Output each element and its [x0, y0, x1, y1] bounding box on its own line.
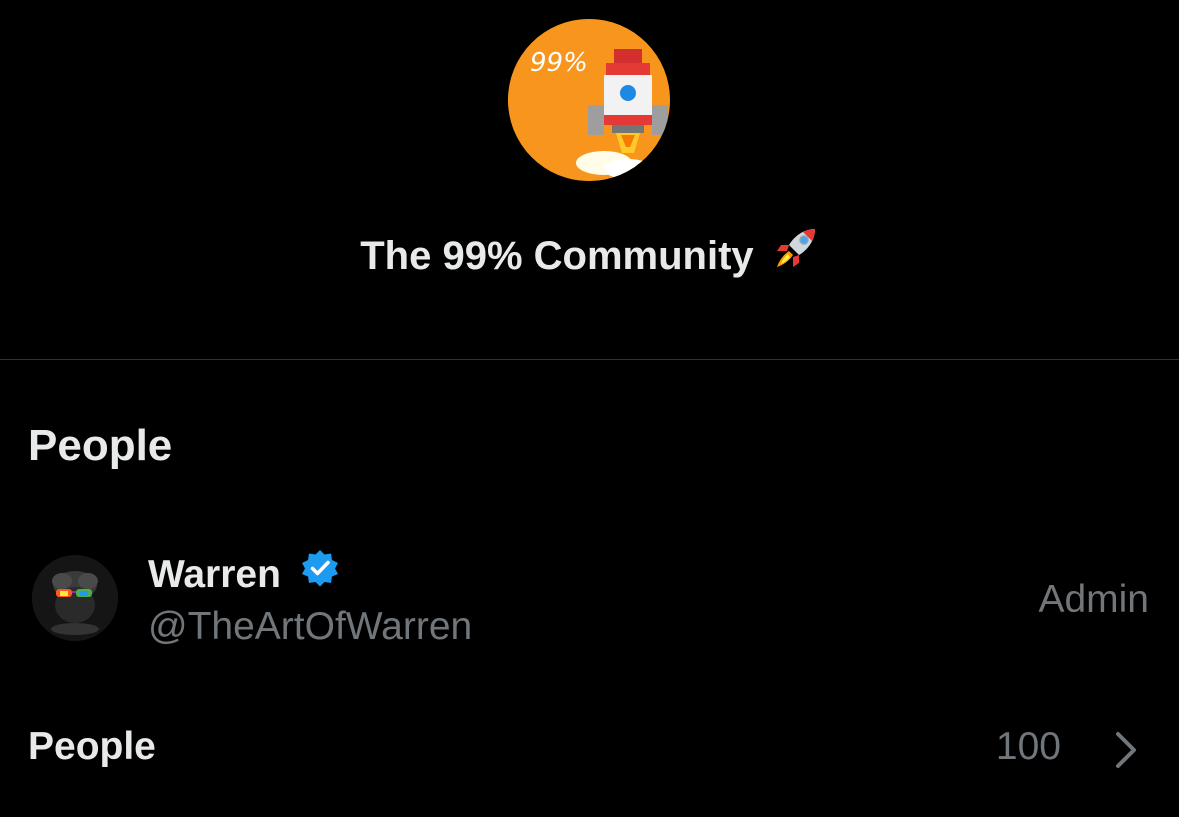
member-handle: @TheArtOfWarren [148, 605, 473, 648]
people-link-label: People [28, 725, 156, 768]
community-title: The 99% Community [0, 228, 1179, 284]
people-section-heading: People [28, 421, 173, 470]
avatar-text: 99% [530, 48, 588, 78]
member-role-label: Admin [1038, 578, 1149, 621]
member-name-text: Warren [148, 553, 281, 596]
people-link-row[interactable]: People 100 [0, 716, 1179, 780]
section-divider [0, 359, 1179, 360]
verified-badge-icon [300, 548, 340, 599]
people-count: 100 [995, 725, 1061, 768]
chevron-right-icon [1112, 730, 1140, 775]
community-title-text: The 99% Community [360, 234, 754, 278]
avatar[interactable] [32, 555, 118, 641]
member-row[interactable]: Warren @TheArtOfWarren Admin [0, 540, 1179, 660]
community-avatar[interactable]: 99% [508, 19, 670, 181]
member-name[interactable]: Warren [148, 550, 340, 599]
rocket-icon [771, 225, 819, 284]
